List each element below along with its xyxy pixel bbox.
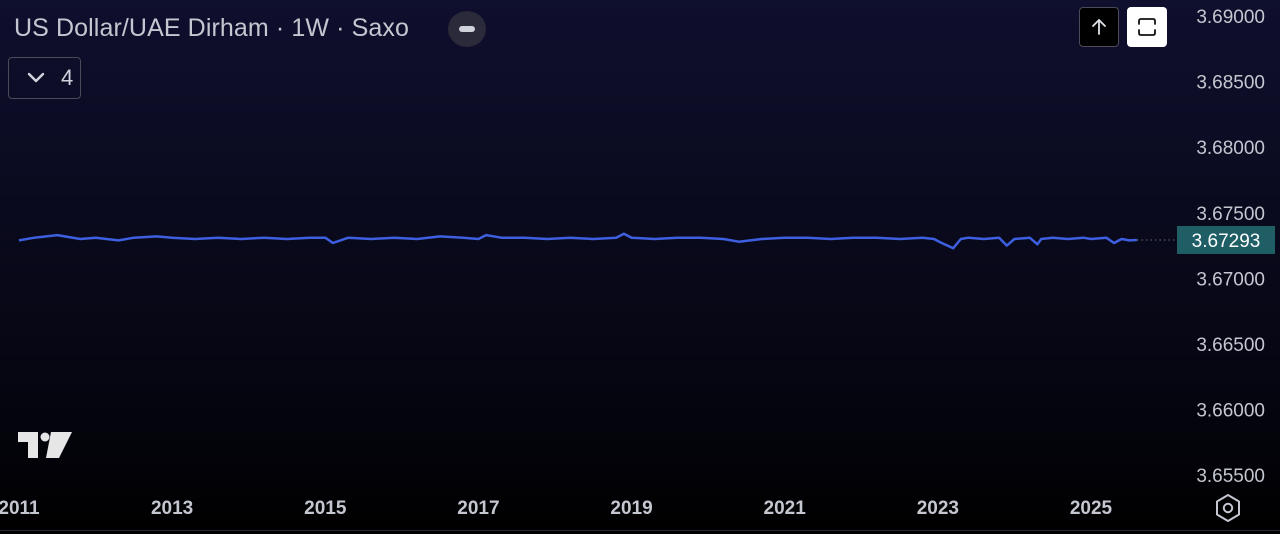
indicators-toggle-button[interactable]: 4 xyxy=(8,57,81,99)
minus-icon xyxy=(459,26,475,32)
y-tick-label: 3.66000 xyxy=(1196,401,1265,422)
x-tick-label: 2025 xyxy=(1070,498,1113,519)
x-tick-label: 2011 xyxy=(0,498,40,519)
x-tick-label: 2021 xyxy=(764,498,807,519)
chevron-down-icon xyxy=(27,72,45,83)
fullscreen-icon xyxy=(1138,18,1156,36)
x-tick-label: 2023 xyxy=(917,498,959,519)
settings-icon[interactable] xyxy=(1212,492,1244,524)
price-series-line xyxy=(18,232,1137,250)
scroll-to-top-button[interactable] xyxy=(1079,7,1119,47)
chart-title: US Dollar/UAE Dirham · 1W · Saxo xyxy=(14,14,409,42)
tradingview-logo-icon xyxy=(18,432,72,458)
x-tick-label: 2019 xyxy=(610,498,652,519)
collapse-legend-button[interactable] xyxy=(448,11,486,47)
price-chart[interactable]: 3.69000 3.68500 3.68000 3.67500 3.67000 3.665… xyxy=(0,0,1280,534)
indicator-count: 4 xyxy=(61,65,74,90)
x-tick-label: 2015 xyxy=(304,498,347,519)
y-tick-label: 3.66500 xyxy=(1196,335,1265,356)
y-tick-label: 3.68500 xyxy=(1196,73,1265,94)
fullscreen-button[interactable] xyxy=(1127,7,1167,47)
y-tick-label: 3.69000 xyxy=(1196,7,1265,28)
bottom-border xyxy=(0,530,1280,531)
last-price-label: 3.67293 xyxy=(1192,231,1261,252)
y-tick-label: 3.68000 xyxy=(1196,138,1265,159)
y-tick-label: 3.67000 xyxy=(1196,269,1265,290)
x-tick-label: 2013 xyxy=(151,498,193,519)
arrow-up-icon xyxy=(1092,19,1106,35)
y-tick-label: 3.67500 xyxy=(1196,204,1265,225)
x-tick-label: 2017 xyxy=(457,498,499,519)
y-tick-label: 3.65500 xyxy=(1196,466,1265,487)
